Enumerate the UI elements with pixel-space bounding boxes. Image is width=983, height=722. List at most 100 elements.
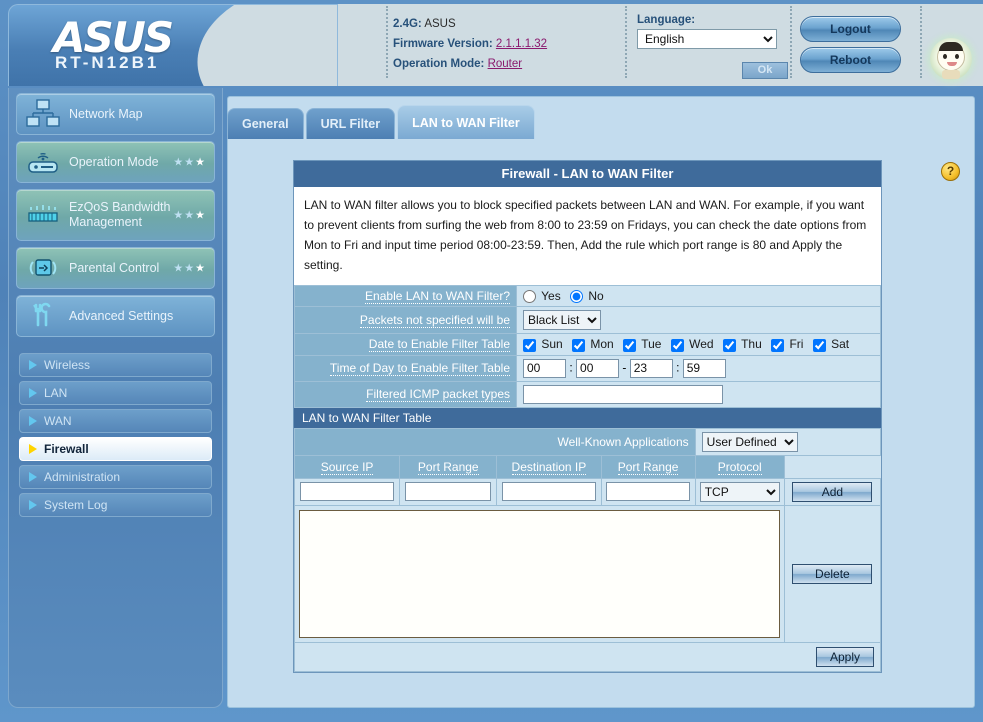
operation-mode-link[interactable]: Router <box>488 58 523 70</box>
column-header-port-range-dst: Port Range <box>600 454 696 479</box>
day-checkbox-sun[interactable] <box>523 338 536 352</box>
well-known-apps-row: Well-Known Applications User Defined <box>294 427 882 456</box>
sidebar-item-operation-mode[interactable]: Operation Mode ★★★ <box>16 141 215 183</box>
day-option-thu[interactable]: Thu <box>722 337 765 352</box>
column-header-protocol: Protocol <box>694 454 785 479</box>
packets-policy-select[interactable]: Black List <box>523 310 601 331</box>
filter-table-wrapper: Well-Known Applications User Defined Sou… <box>293 427 882 672</box>
destination-ip-input[interactable] <box>501 482 596 502</box>
enable-yes-label: Yes <box>541 289 561 303</box>
enable-no-radio[interactable] <box>570 290 584 304</box>
device-info: 2.4G: ASUS Firmware Version: 2.1.1.1.32 … <box>393 14 547 74</box>
icmp-row: Filtered ICMP packet types <box>294 380 881 408</box>
day-option-sat[interactable]: Sat <box>812 337 849 352</box>
filter-list-cell <box>294 504 785 643</box>
add-button-cell: Add <box>783 477 882 506</box>
logout-button[interactable]: Logout <box>800 16 901 42</box>
chevron-right-icon <box>29 360 37 370</box>
help-icon[interactable]: ? <box>941 162 960 181</box>
day-option-mon[interactable]: Mon <box>572 337 617 352</box>
port-range-dst-input[interactable] <box>606 482 691 502</box>
time-end-hour-input[interactable] <box>629 358 673 378</box>
time-end-minute-input[interactable] <box>682 358 726 378</box>
tab-url-filter[interactable]: URL Filter <box>305 108 396 139</box>
time-start-minute-input[interactable] <box>576 358 620 378</box>
time-colon-1: : <box>569 360 573 375</box>
apply-button-cell: Apply <box>294 641 881 672</box>
tab-lan-to-wan-filter[interactable]: LAN to WAN Filter <box>397 105 535 139</box>
firmware-label: Firmware Version: <box>393 38 493 50</box>
header-divider-mid <box>625 6 627 78</box>
day-checkbox-thu[interactable] <box>722 338 736 352</box>
date-enable-row: Date to Enable Filter Table Sun Mon Tue <box>294 333 881 356</box>
header-divider-far-right <box>920 6 922 78</box>
sidebar-item-wireless[interactable]: Wireless <box>19 353 212 377</box>
chevron-right-icon <box>29 500 37 510</box>
tab-bar: General URL Filter LAN to WAN Filter <box>227 104 975 139</box>
day-checkbox-tue[interactable] <box>623 338 637 352</box>
day-label: Wed <box>689 337 714 352</box>
enable-no-label: No <box>588 289 604 303</box>
add-button[interactable]: Add <box>792 481 873 502</box>
tab-general[interactable]: General <box>227 108 304 139</box>
language-select[interactable]: English <box>637 29 777 49</box>
enable-filter-label-cell: Enable LAN to WAN Filter? <box>294 284 517 308</box>
day-option-tue[interactable]: Tue <box>623 337 665 352</box>
source-ip-input[interactable] <box>300 482 395 502</box>
sidebar-item-label: LAN <box>44 386 68 400</box>
sidebar-item-lan[interactable]: LAN <box>19 381 212 405</box>
router-model-label: RT-N12B1 <box>55 53 160 72</box>
page-header: ASUS RT-N12B1 2.4G: ASUS Firmware Versio… <box>0 0 983 88</box>
band-info-row: 2.4G: ASUS <box>393 14 547 34</box>
sidebar-item-administration[interactable]: Administration <box>19 465 212 489</box>
sidebar-item-firewall[interactable]: Firewall <box>19 437 212 461</box>
day-label: Sun <box>541 337 563 352</box>
sidebar-item-parental-control[interactable]: Parental Control ★★★ <box>16 247 215 289</box>
day-option-sun[interactable]: Sun <box>523 337 566 352</box>
port-range-src-cell <box>399 477 498 506</box>
port-range-src-input[interactable] <box>405 482 492 502</box>
time-enable-field-cell: : - : <box>516 354 881 382</box>
feature-stars-badge: ★★★ <box>173 209 206 222</box>
day-option-wed[interactable]: Wed <box>670 337 717 352</box>
feature-stars-badge: ★★★ <box>173 262 206 275</box>
well-known-apps-field-cell: User Defined <box>694 427 882 456</box>
filter-list-row: Delete <box>294 504 882 643</box>
sidebar-item-label: Advanced Settings <box>69 308 174 323</box>
day-checkbox-fri[interactable] <box>771 338 785 352</box>
sidebar-item-network-map[interactable]: Network Map <box>16 93 215 135</box>
delete-button[interactable]: Delete <box>792 563 873 584</box>
destination-ip-cell <box>496 477 602 506</box>
well-known-apps-select[interactable]: User Defined <box>701 431 798 452</box>
filter-rules-listbox[interactable] <box>299 509 780 638</box>
enable-yes-option[interactable]: Yes <box>523 289 564 304</box>
date-enable-field-cell: Sun Mon Tue Wed Thu Fri Sat <box>516 333 881 356</box>
sidebar-nav: Network Map Operation Mode ★★★ EzQoS Ban… <box>8 88 223 708</box>
delete-button-cell: Delete <box>783 504 882 643</box>
sidebar-item-wan[interactable]: WAN <box>19 409 212 433</box>
date-enable-label-cell: Date to Enable Filter Table <box>294 333 517 356</box>
sidebar-item-ezqos[interactable]: EzQoS Bandwidth Management ★★★ <box>16 189 215 241</box>
well-known-apps-label-cell: Well-Known Applications <box>294 427 696 456</box>
column-header-actions <box>784 455 881 479</box>
brand-panel: ASUS RT-N12B1 <box>8 4 338 86</box>
day-checkbox-sat[interactable] <box>812 338 826 352</box>
chevron-right-icon <box>29 472 37 482</box>
packets-policy-label: Packets not specified will be <box>359 313 510 329</box>
sidebar-item-system-log[interactable]: System Log <box>19 493 212 517</box>
day-checkbox-wed[interactable] <box>670 338 684 352</box>
date-enable-label: Date to Enable Filter Table <box>368 337 510 353</box>
day-checkbox-mon[interactable] <box>572 338 586 352</box>
sidebar-item-advanced-settings[interactable]: Advanced Settings <box>16 295 215 337</box>
reboot-button[interactable]: Reboot <box>800 47 901 73</box>
enable-yes-radio[interactable] <box>523 290 536 304</box>
time-start-hour-input[interactable] <box>523 358 566 378</box>
day-option-fri[interactable]: Fri <box>771 337 807 352</box>
protocol-select[interactable]: TCP <box>699 481 780 502</box>
enable-no-option[interactable]: No <box>570 289 604 304</box>
firmware-version-link[interactable]: 2.1.1.1.32 <box>496 38 547 50</box>
column-header-port-range-src: Port Range <box>399 454 498 479</box>
apply-button[interactable]: Apply <box>816 646 874 667</box>
icmp-types-input[interactable] <box>523 384 723 404</box>
language-ok-button[interactable]: Ok <box>742 62 788 79</box>
